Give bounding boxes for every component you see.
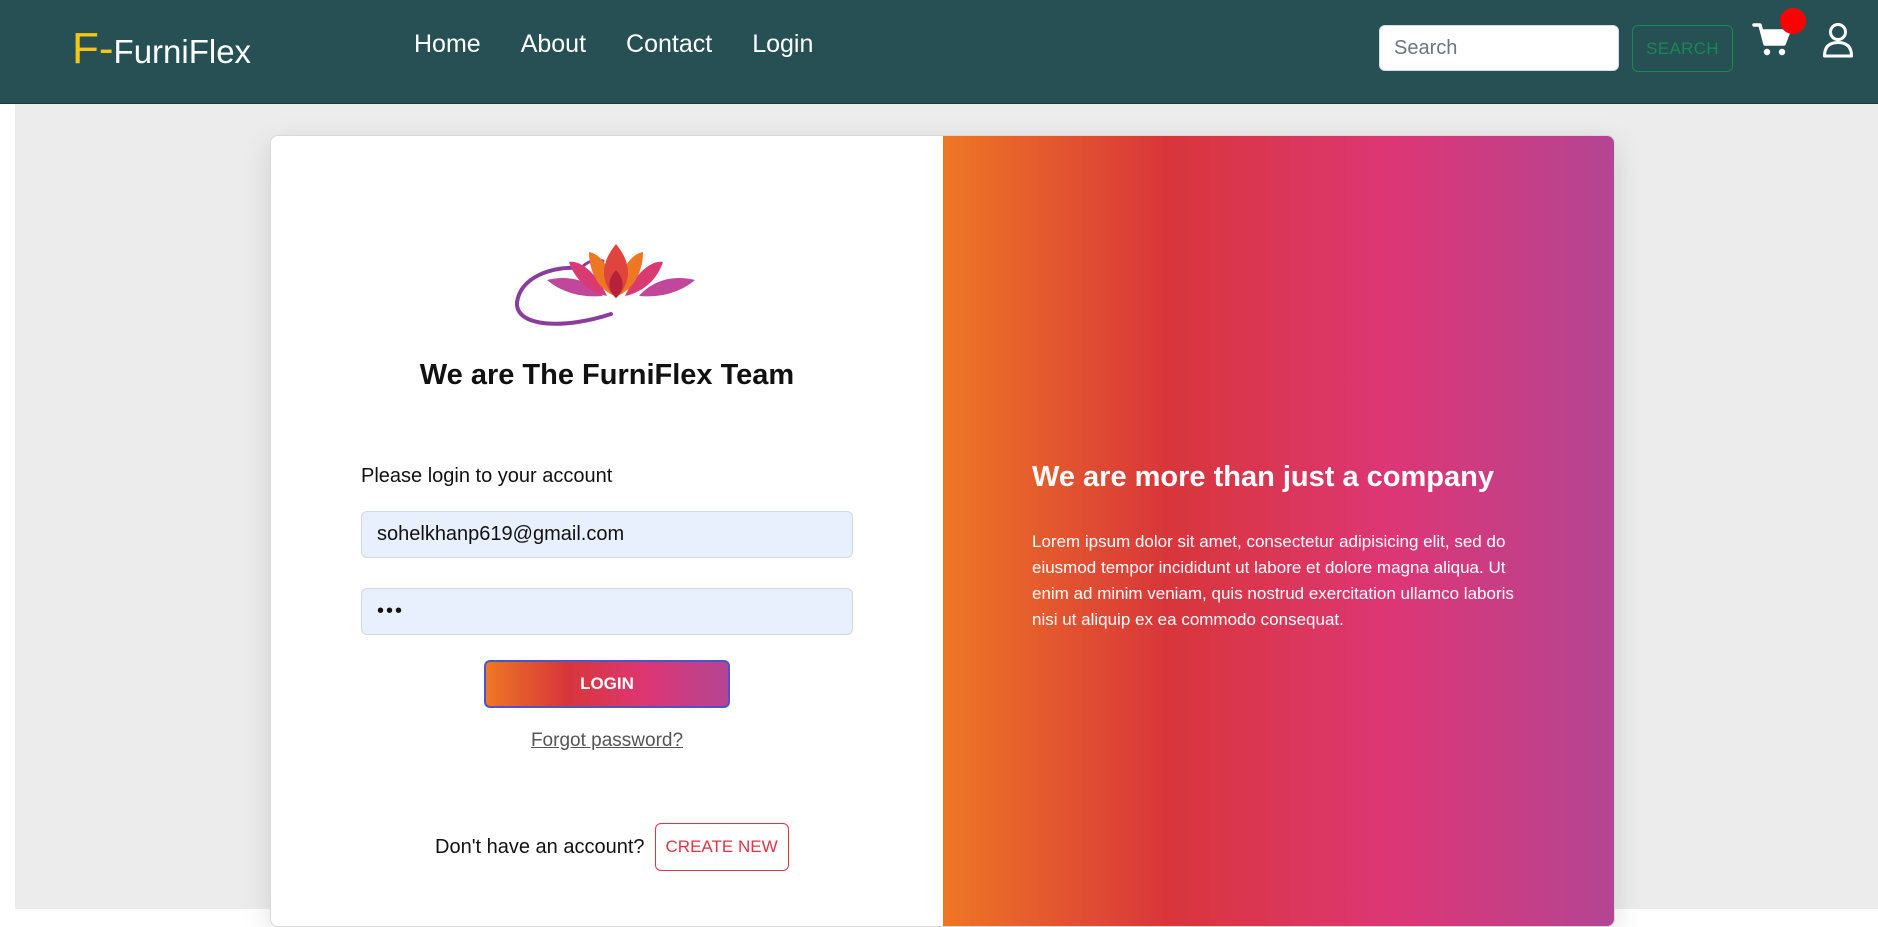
email-field[interactable]	[361, 511, 853, 558]
nav-link-contact[interactable]: Contact	[626, 30, 712, 59]
info-panel: We are more than just a company Lorem ip…	[943, 136, 1614, 926]
signup-row: Don't have an account? CREATE NEW	[435, 823, 789, 871]
login-button[interactable]: LOGIN	[484, 660, 730, 708]
nav-link-login[interactable]: Login	[752, 30, 813, 59]
info-title: We are more than just a company	[1032, 461, 1494, 493]
cart-badge	[1780, 8, 1806, 34]
user-icon[interactable]	[1822, 22, 1854, 58]
brand-prefix: F-	[72, 24, 114, 73]
forgot-password-link: Forgot password?	[271, 730, 943, 752]
team-title: We are The FurniFlex Team	[419, 359, 795, 391]
search-input[interactable]	[1379, 25, 1619, 71]
lotus-logo	[514, 244, 695, 326]
nav-link-home[interactable]: Home	[414, 30, 481, 59]
search-button[interactable]: SEARCH	[1632, 25, 1733, 72]
info-body: Lorem ipsum dolor sit amet, consectetur …	[1032, 532, 1514, 629]
signup-text: Don't have an account?	[435, 835, 645, 858]
login-card: We are The FurniFlex Team Please login t…	[270, 135, 1615, 927]
login-prompt: Please login to your account	[361, 465, 613, 487]
brand-logo[interactable]: F- FurniFlex	[72, 24, 251, 80]
nav-links: Home About Contact Login	[414, 30, 813, 59]
login-panel: We are The FurniFlex Team Please login t…	[271, 136, 943, 926]
create-new-button[interactable]: CREATE NEW	[654, 823, 789, 871]
forgot-password-text[interactable]: Forgot password?	[531, 730, 683, 751]
brand-name: FurniFlex	[113, 33, 252, 70]
password-field[interactable]	[361, 588, 853, 635]
nav-link-about[interactable]: About	[521, 30, 586, 59]
navbar: F- FurniFlex Home About Contact Login SE…	[0, 0, 1878, 104]
